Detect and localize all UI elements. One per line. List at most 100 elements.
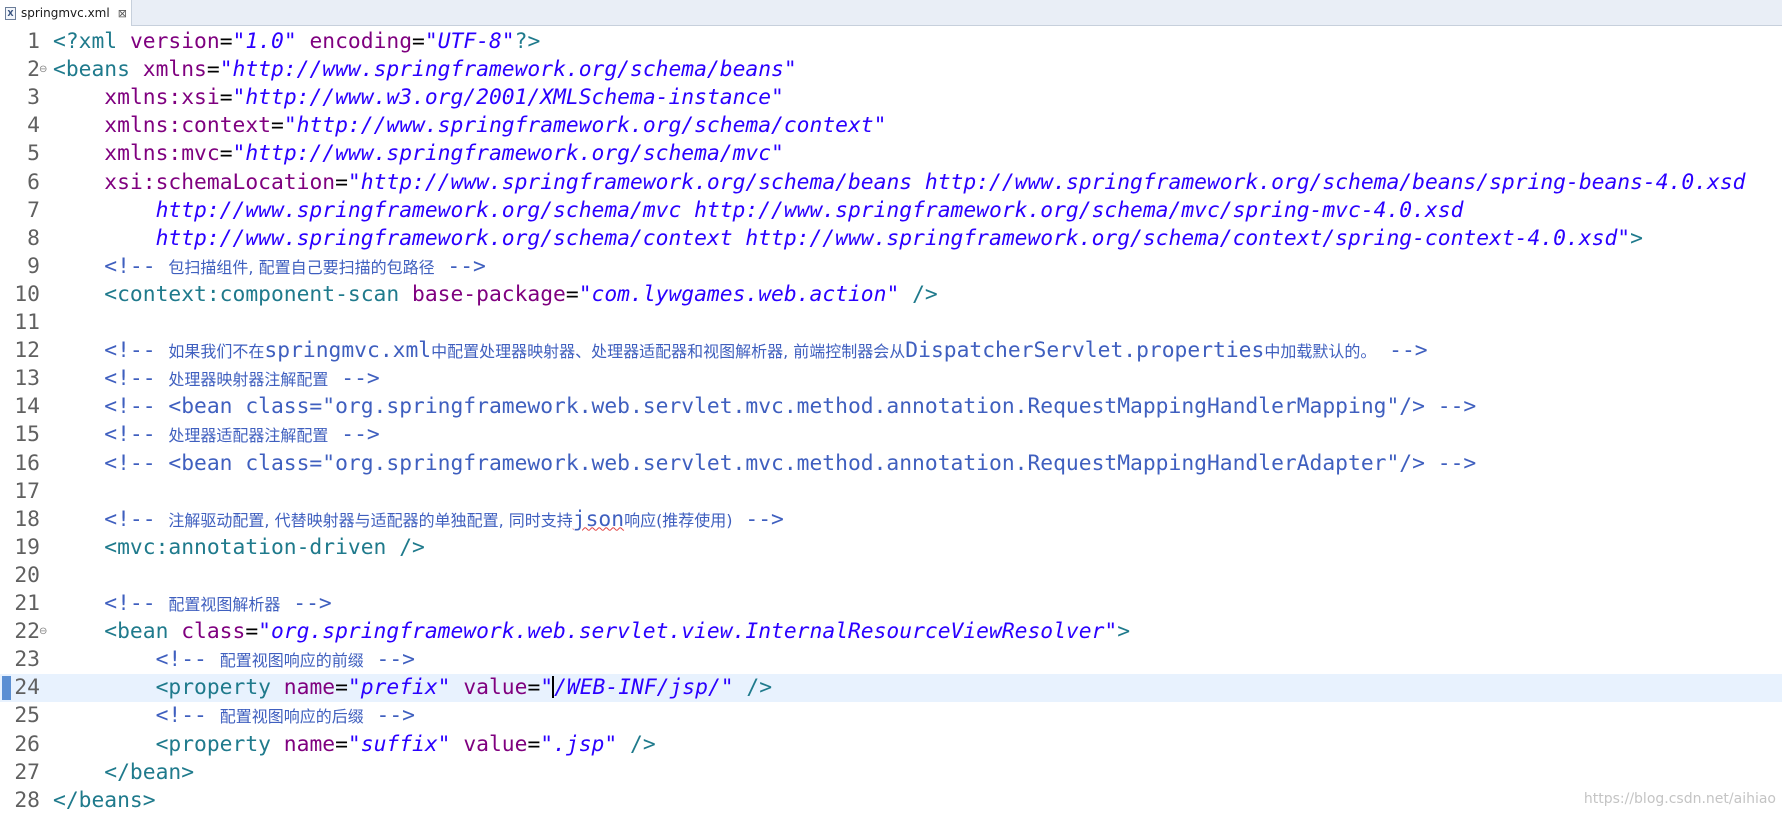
code-token: "http://www.w3.org/2001/XMLSchema-instan… xyxy=(232,85,784,111)
line-number: 7 xyxy=(27,197,40,223)
code-token: 包扫描组件, 配置自己要扫描的包路径 xyxy=(168,257,435,277)
code-token: version xyxy=(129,29,220,54)
code-token: --> xyxy=(328,422,380,448)
code-token: "UTF-8" xyxy=(424,29,515,54)
code-editor[interactable]: 1 <?xml version="1.0" encoding="UTF-8"?> 2… xyxy=(0,28,1782,813)
code-token: <!-- <bean class="org.springframework.we… xyxy=(53,450,1477,476)
code-line[interactable]: 19 <mvc:annotation-driven /> xyxy=(0,534,1782,562)
code-token: <beans xyxy=(53,57,143,83)
code-token: http://www.springframework.org/schema/mv… xyxy=(53,197,1464,223)
code-line[interactable]: 21 <!-- 配置视图解析器 --> xyxy=(0,590,1782,618)
code-line[interactable]: 11 xyxy=(0,309,1782,337)
code-token: </beans> xyxy=(53,787,156,813)
code-token: <!-- xyxy=(53,422,169,448)
code-text: <!-- 处理器适配器注解配置 --> xyxy=(53,421,380,450)
code-line[interactable]: 2 ⊖ <beans xmlns="http://www.springframewo… xyxy=(0,56,1782,84)
code-text: http://www.springframework.org/schema/mv… xyxy=(53,197,1464,225)
watermark: https://blog.csdn.net/aihiao xyxy=(1583,791,1776,807)
code-token: "http://www.springframework.org/schema/c… xyxy=(283,113,887,139)
code-line[interactable]: 26 <property name="suffix" value=".jsp" … xyxy=(0,731,1782,759)
code-line[interactable]: 18 <!-- 注解驱动配置, 代替映射器与适配器的单独配置, 同时支持json… xyxy=(0,506,1782,534)
code-token: "http://www.springframework.org/schema/b… xyxy=(347,169,1746,195)
code-token: 中加载默认的。 xyxy=(1264,342,1377,362)
code-line[interactable]: 27 </bean> xyxy=(0,759,1782,787)
fold-toggle-icon[interactable]: ⊖ xyxy=(39,618,47,646)
code-token: 响应(推荐使用) xyxy=(624,510,733,530)
code-token: --> xyxy=(328,366,380,392)
code-text: http://www.springframework.org/schema/co… xyxy=(53,225,1643,253)
code-line[interactable]: 7 http://www.springframework.org/schema/… xyxy=(0,197,1782,225)
close-icon[interactable]: ⊠ xyxy=(118,8,127,19)
code-token: = xyxy=(335,731,348,757)
code-token: 配置视图解析器 xyxy=(168,595,281,614)
code-line[interactable]: 16 <!-- <bean class="org.springframework… xyxy=(0,450,1782,478)
code-line[interactable]: 4 xmlns:context="http://www.springframew… xyxy=(0,112,1782,140)
code-line[interactable]: 24 <property name="prefix" value="/WEB-I… xyxy=(0,674,1782,703)
code-token: xmlns:mvc xyxy=(104,141,220,167)
code-token: base-package xyxy=(412,281,566,307)
code-token: xmlns xyxy=(142,57,207,83)
code-line[interactable]: 5 xmlns:mvc="http://www.springframework.… xyxy=(0,140,1782,168)
line-number: 3 xyxy=(27,85,40,111)
code-text: <!-- 配置视图响应的后缀 --> xyxy=(53,702,415,731)
code-line[interactable]: 3 xmlns:xsi="http://www.w3.org/2001/XMLS… xyxy=(0,84,1782,112)
tab-springmvc-xml[interactable]: X springmvc.xml ⊠ xyxy=(0,0,132,26)
code-token: <!-- <bean class="org.springframework.we… xyxy=(53,394,1477,420)
code-token: <context:component-scan xyxy=(53,281,413,307)
code-token: <!-- xyxy=(53,647,220,673)
code-token: <bean xyxy=(53,619,182,645)
code-line[interactable]: 1 <?xml version="1.0" encoding="UTF-8"?> xyxy=(0,28,1782,56)
code-token: "com.lywgames.web.action" xyxy=(578,281,900,307)
code-token: ?> xyxy=(514,29,541,54)
code-token: /> xyxy=(733,675,773,701)
code-line[interactable]: 23 <!-- 配置视图响应的前缀 --> xyxy=(0,646,1782,674)
code-line[interactable]: 22 ⊖ <bean class="org.springframework.web… xyxy=(0,618,1782,646)
code-token: 配置视图响应的后缀 xyxy=(219,707,364,727)
code-token: name xyxy=(283,675,336,701)
code-token: springmvc.xml xyxy=(264,338,432,364)
code-line[interactable]: 10 <context:component-scan base-package=… xyxy=(0,281,1782,309)
code-line[interactable]: 13 <!-- 处理器映射器注解配置 --> xyxy=(0,365,1782,393)
code-token: = xyxy=(206,57,220,83)
code-text: <!-- 处理器映射器注解配置 --> xyxy=(53,365,380,394)
xml-file-icon: X xyxy=(5,6,16,20)
code-token: "http://www.springframework.org/schema/b… xyxy=(219,57,797,83)
code-line[interactable]: 8 http://www.springframework.org/schema/… xyxy=(0,225,1782,253)
line-number: 11 xyxy=(14,310,40,335)
fold-toggle-icon[interactable]: ⊖ xyxy=(39,56,47,84)
code-text: <!-- 配置视图响应的前缀 --> xyxy=(53,646,415,675)
code-line[interactable]: 9 <!-- 包扫描组件, 配置自己要扫描的包路径 --> xyxy=(0,253,1782,281)
code-line[interactable]: 25 <!-- 配置视图响应的后缀 --> xyxy=(0,702,1782,730)
code-token: <!-- xyxy=(53,591,169,616)
code-token: = xyxy=(335,169,348,195)
code-text: <beans xmlns="http://www.springframework… xyxy=(53,56,797,84)
code-line[interactable]: 12 <!-- 如果我们不在springmvc.xml中配置处理器映射器、处理器… xyxy=(0,337,1782,365)
line-number: 6 xyxy=(27,169,40,195)
code-token: = xyxy=(219,141,233,167)
code-line[interactable]: 28 </beans> xyxy=(0,787,1782,813)
line-number: 23 xyxy=(14,647,40,673)
code-token: = xyxy=(527,731,541,757)
code-token: ".jsp" xyxy=(540,731,618,757)
line-number: 8 xyxy=(27,225,40,251)
code-line[interactable]: 15 <!-- 处理器适配器注解配置 --> xyxy=(0,421,1782,449)
code-token: = xyxy=(565,281,579,307)
code-token: name xyxy=(283,731,336,757)
code-line[interactable]: 6 xsi:schemaLocation="http://www.springf… xyxy=(0,169,1782,197)
code-token: <!-- xyxy=(53,253,169,279)
code-text: xmlns:context="http://www.springframewor… xyxy=(53,112,886,140)
code-line[interactable]: 17 xyxy=(0,478,1782,506)
code-token: xsi:schemaLocation xyxy=(104,169,336,195)
code-token: = xyxy=(412,29,425,54)
line-number: 28 xyxy=(14,787,40,813)
code-text: <mvc:annotation-driven /> xyxy=(53,534,425,562)
code-line[interactable]: 14 <!-- <bean class="org.springframework… xyxy=(0,393,1782,421)
code-line[interactable]: 20 xyxy=(0,562,1782,590)
line-number: 15 xyxy=(14,422,40,448)
code-text: <!-- 包扫描组件, 配置自己要扫描的包路径 --> xyxy=(53,253,486,282)
line-number: 5 xyxy=(27,141,40,167)
code-token: --> xyxy=(280,591,332,616)
